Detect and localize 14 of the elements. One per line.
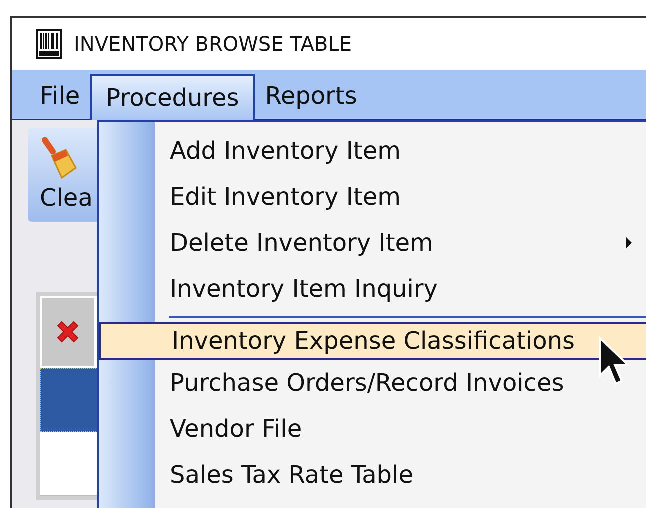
menu-bar-item[interactable]: File	[30, 73, 90, 119]
menu-item[interactable]: Vendor File	[155, 406, 646, 452]
window-title: INVENTORY BROWSE TABLE	[74, 31, 352, 58]
menu-bar-item[interactable]: Procedures	[90, 74, 256, 120]
menu-bar-item[interactable]: Reports	[255, 73, 368, 119]
menu-item[interactable]: Inventory Item Inquiry	[155, 266, 646, 312]
barcode-icon	[36, 29, 62, 59]
menu-item[interactable]: Sales Tax Rate Table	[155, 452, 646, 498]
submenu-arrow-icon	[625, 236, 633, 250]
menu-item[interactable]: Add Inventory Item	[155, 128, 646, 174]
menu-item[interactable]: Inventory Expense Classifications	[99, 322, 646, 360]
menu-item[interactable]: Delete Inventory Item	[155, 220, 646, 266]
menu-item[interactable]: Purchase Orders/Record Invoices	[155, 360, 646, 406]
menu-item[interactable]: Edit Inventory Item	[155, 174, 646, 220]
